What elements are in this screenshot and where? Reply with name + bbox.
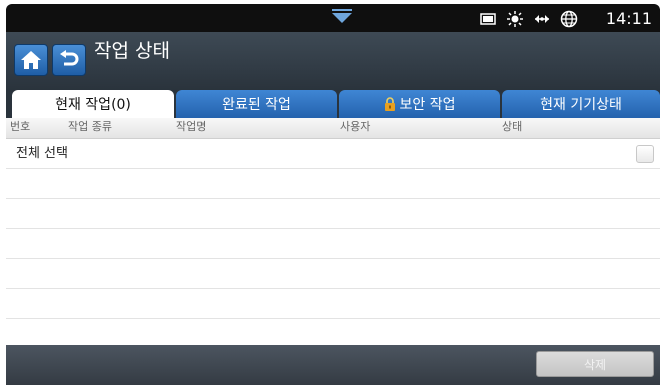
- back-icon: [60, 50, 79, 66]
- tab-current-jobs[interactable]: 현재 작업(0): [12, 90, 174, 118]
- tab-label: 보안 작업: [399, 97, 456, 113]
- page-title: 작업 상태: [94, 40, 170, 62]
- column-header: 번호 작업 종류 작업명 사용자 상태: [6, 118, 660, 139]
- monitor-icon: [480, 13, 496, 25]
- globe-icon: [560, 10, 578, 28]
- network-icon: [535, 15, 549, 23]
- brightness-icon: [507, 11, 523, 27]
- tab-label: 현재 기기상태: [540, 97, 622, 113]
- select-all-label: 전체 선택: [16, 146, 68, 161]
- column-user: 사용자: [340, 120, 371, 133]
- tab-device-status[interactable]: 현재 기기상태: [502, 90, 660, 118]
- home-button[interactable]: [14, 44, 48, 76]
- delete-button[interactable]: 삭제: [536, 351, 654, 377]
- home-icon: [21, 51, 41, 69]
- list-item: [6, 229, 660, 259]
- column-job-type: 작업 종류: [68, 120, 112, 133]
- status-icons: [479, 10, 578, 28]
- column-job-name: 작업명: [176, 120, 207, 133]
- clock: 14:11: [605, 9, 652, 28]
- notification-handle-bar: [332, 9, 352, 11]
- tab-completed-jobs[interactable]: 완료된 작업: [176, 90, 337, 118]
- tab-secure-jobs[interactable]: 보안 작업: [339, 90, 500, 118]
- select-all-row[interactable]: 전체 선택: [6, 139, 660, 169]
- status-bar: 14:11: [6, 4, 660, 32]
- job-list: 전체 선택: [6, 139, 660, 349]
- tab-bar: 현재 작업(0) 완료된 작업 보안 작업 현재 기기상태: [6, 90, 660, 118]
- column-status: 상태: [502, 120, 523, 133]
- header: 작업 상태: [6, 32, 660, 90]
- footer-bar: 삭제: [6, 345, 660, 385]
- tab-label: 완료된 작업: [222, 97, 291, 113]
- select-all-checkbox[interactable]: [636, 145, 654, 163]
- lock-icon: [384, 97, 395, 111]
- list-item: [6, 289, 660, 319]
- list-item: [6, 199, 660, 229]
- column-number: 번호: [10, 120, 31, 133]
- list-item: [6, 169, 660, 199]
- notification-pulldown-icon[interactable]: [332, 13, 352, 23]
- screen: 14:11 작업 상태 현재 작업(0) 완료된 작업 보안 작업 현재 기기상…: [0, 0, 666, 388]
- back-button[interactable]: [52, 44, 86, 76]
- list-item: [6, 259, 660, 289]
- tab-label: 현재 작업(0): [55, 97, 131, 113]
